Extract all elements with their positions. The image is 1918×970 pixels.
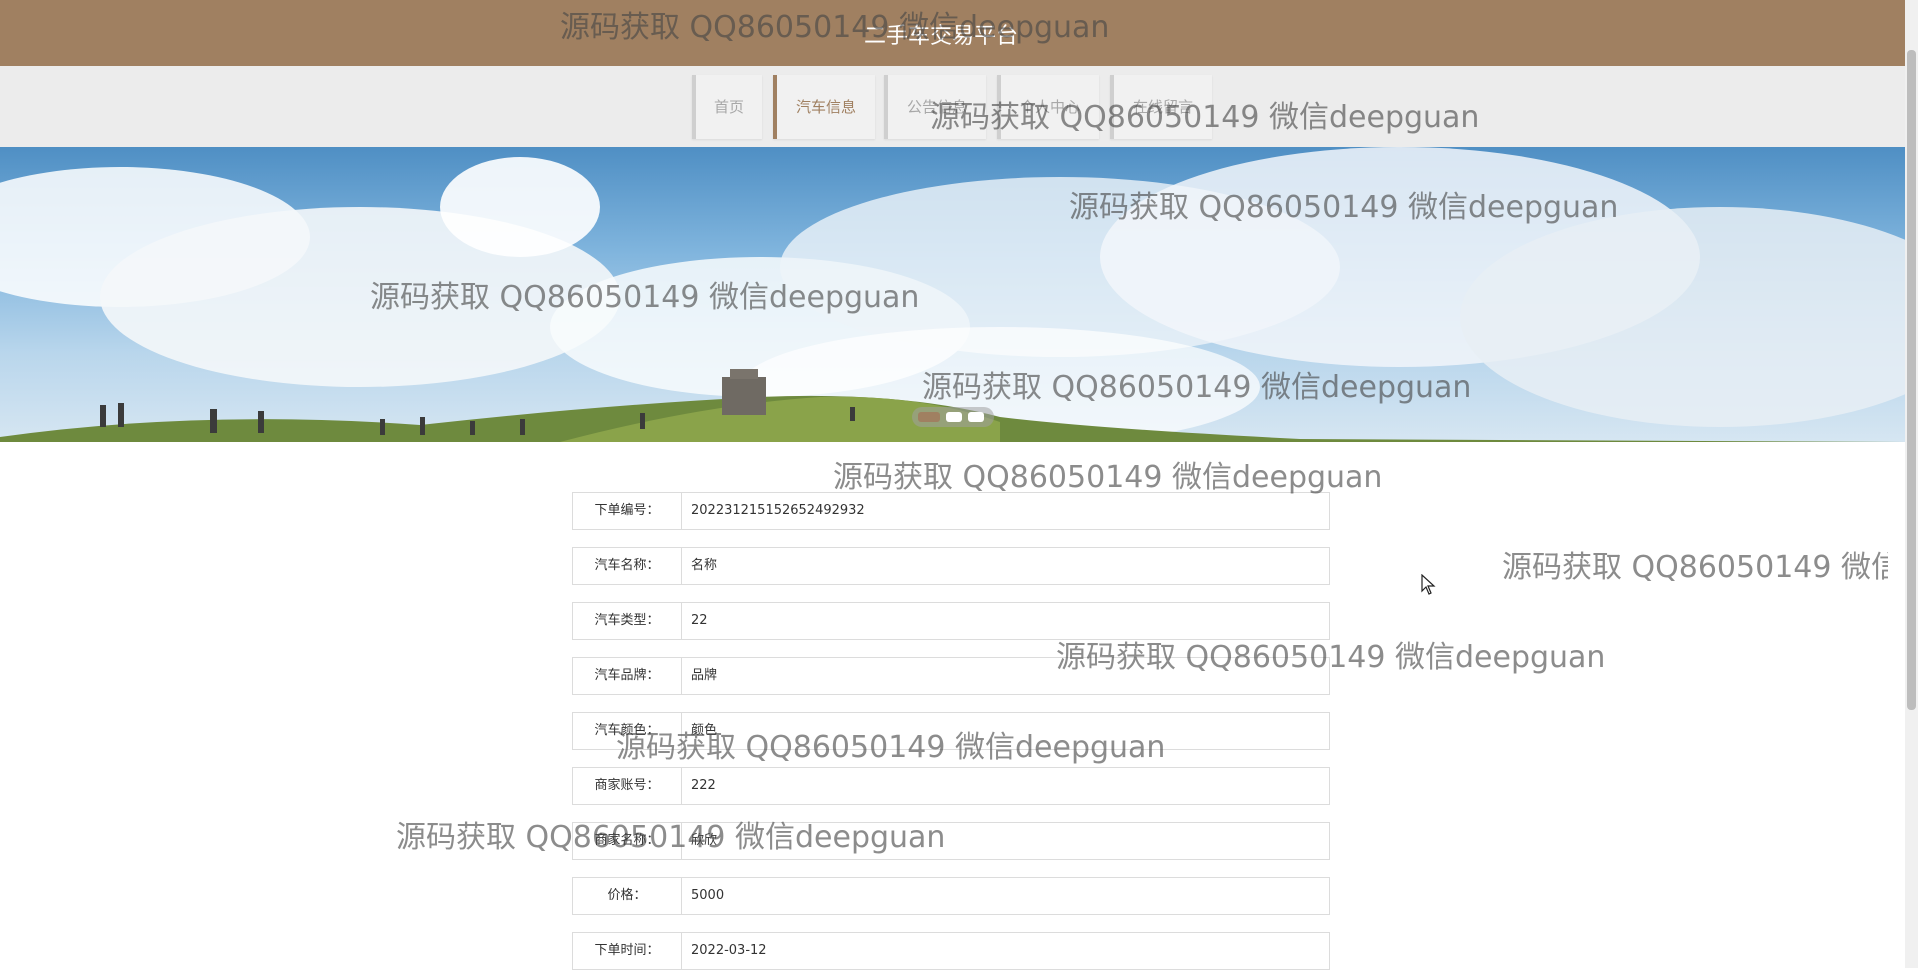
nav-item-car-info[interactable]: 汽车信息 bbox=[773, 75, 875, 139]
watermark: 源码获取 QQ86050149 微信deepguan bbox=[833, 460, 1383, 495]
field-value: 名称 bbox=[691, 558, 718, 573]
banner-carousel bbox=[0, 147, 1905, 442]
nav-item-home[interactable]: 首页 bbox=[692, 75, 762, 139]
banner-landscape-image bbox=[0, 147, 1905, 442]
field-label: 商家账号： bbox=[573, 768, 682, 804]
carousel-indicator bbox=[912, 407, 994, 427]
header-bar: 二手车交易平台 bbox=[0, 0, 1905, 66]
field-label: 汽车品牌： bbox=[573, 658, 682, 694]
carousel-dot-1[interactable] bbox=[918, 412, 940, 422]
field-row-order-number: 下单编号： 202231215152652492932 bbox=[572, 492, 1330, 530]
field-label: 下单时间： bbox=[573, 933, 682, 969]
field-row-car-brand: 汽车品牌： 品牌 bbox=[572, 657, 1330, 695]
site-title: 二手车交易平台 bbox=[863, 24, 1018, 49]
watermark: 源码获取 QQ86050149 微信deepguan bbox=[1502, 550, 1888, 585]
field-value: 品牌 bbox=[691, 668, 718, 683]
nav-item-announcements[interactable]: 公告信息 bbox=[884, 75, 986, 139]
field-value: 222 bbox=[691, 778, 716, 793]
field-label: 汽车名称： bbox=[573, 548, 682, 584]
nav-item-personal-center[interactable]: 个人中心 bbox=[997, 75, 1099, 139]
carousel-dot-3[interactable] bbox=[968, 412, 984, 422]
scrollbar-thumb[interactable] bbox=[1907, 50, 1916, 710]
field-row-car-type: 汽车类型： 22 bbox=[572, 602, 1330, 640]
field-value: 22 bbox=[691, 613, 708, 628]
field-row-order-time: 下单时间： 2022-03-12 bbox=[572, 932, 1330, 970]
page-scrollbar[interactable] bbox=[1905, 0, 1918, 968]
field-value: 欣欣 bbox=[691, 833, 718, 848]
field-value: 202231215152652492932 bbox=[691, 503, 865, 518]
field-label: 下单编号： bbox=[573, 493, 682, 529]
field-label: 汽车颜色： bbox=[573, 713, 682, 749]
field-row-merchant-account: 商家账号： 222 bbox=[572, 767, 1330, 805]
field-label: 商家名称： bbox=[573, 823, 682, 859]
field-label: 汽车类型： bbox=[573, 603, 682, 639]
carousel-dot-2[interactable] bbox=[946, 412, 962, 422]
nav-bar: 首页 汽车信息 公告信息 个人中心 在线留言 bbox=[0, 66, 1905, 147]
field-value: 颜色 bbox=[691, 723, 718, 738]
nav-item-messages[interactable]: 在线留言 bbox=[1110, 75, 1212, 139]
field-value: 2022-03-12 bbox=[691, 943, 767, 958]
mouse-cursor-icon bbox=[1421, 574, 1436, 595]
field-label: 价格： bbox=[573, 878, 682, 914]
field-value: 5000 bbox=[691, 888, 725, 903]
field-row-car-color: 汽车颜色： 颜色 bbox=[572, 712, 1330, 750]
field-row-merchant-name: 商家名称： 欣欣 bbox=[572, 822, 1330, 860]
field-row-car-name: 汽车名称： 名称 bbox=[572, 547, 1330, 585]
field-row-price: 价格： 5000 bbox=[572, 877, 1330, 915]
